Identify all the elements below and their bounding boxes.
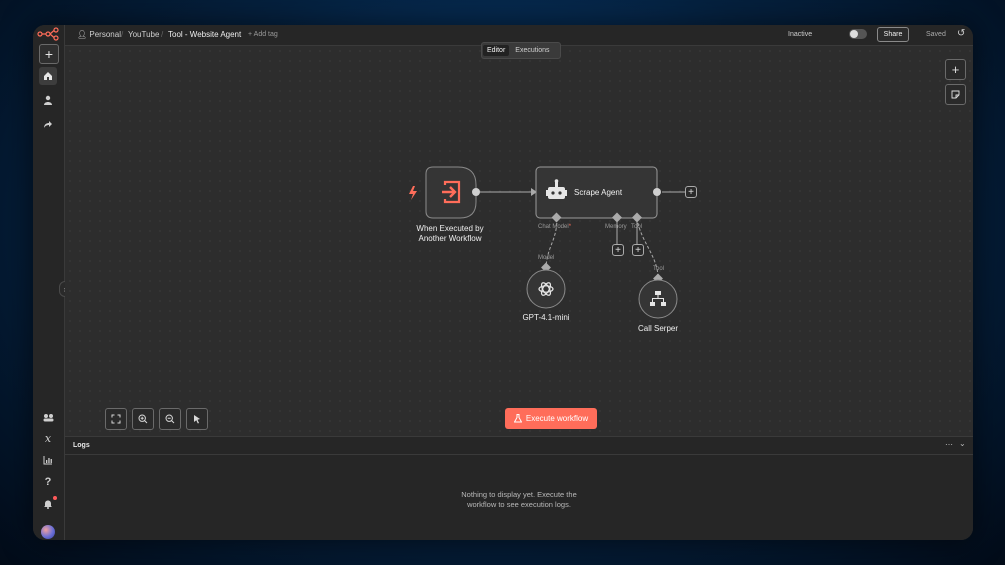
chat-model-port-label: Chat Model*	[538, 224, 572, 230]
select-cursor-button[interactable]	[186, 408, 208, 430]
avatar[interactable]	[41, 525, 55, 539]
lightning-icon	[409, 186, 417, 200]
logs-panel: Logs ⋯ ⌄ Nothing to display yet. Execute…	[65, 436, 973, 540]
tab-editor[interactable]: Editor	[483, 45, 510, 56]
templates-icon[interactable]	[39, 408, 57, 426]
user-small-icon: 👤︎	[77, 30, 88, 39]
logs-more-icon[interactable]: ⋯	[945, 440, 953, 449]
add-workflow-button[interactable]: +	[39, 44, 59, 64]
breadcrumb-separator: /	[161, 30, 164, 39]
tool-input-port-label: Tool	[653, 266, 665, 272]
status-label: Inactive	[788, 31, 813, 38]
breadcrumb-youtube[interactable]: YouTube	[128, 30, 159, 39]
workflow-canvas[interactable]: + + + + When Executed by Another Workflo…	[65, 46, 973, 436]
sidebar: + › 𝑥 ?	[33, 25, 71, 540]
trigger-node-label: When Executed by Another Workflow	[416, 224, 484, 243]
flask-icon	[513, 414, 522, 423]
toggle-knob	[850, 30, 858, 38]
agent-output-port	[653, 188, 661, 196]
variables-icon[interactable]: 𝑥	[39, 429, 57, 447]
tab-executions[interactable]: Executions	[511, 45, 553, 56]
execute-workflow-button[interactable]: Execute workflow	[505, 408, 597, 429]
model-port-label: Model	[538, 255, 555, 261]
model-node	[526, 269, 566, 309]
help-icon[interactable]: ?	[39, 473, 57, 491]
workflow-graph	[409, 166, 685, 319]
insights-chart-icon[interactable]	[39, 451, 57, 469]
add-tool-button[interactable]: +	[632, 244, 644, 256]
memory-port-label: Memory	[605, 224, 627, 230]
saved-status: Saved	[926, 31, 946, 38]
user-icon[interactable]	[39, 91, 57, 109]
active-toggle[interactable]	[849, 29, 867, 39]
zoom-out-icon	[165, 414, 175, 424]
breadcrumb-separator: /	[121, 30, 124, 39]
notification-dot	[53, 496, 57, 500]
share-button[interactable]: Share	[877, 27, 909, 42]
logs-collapse-chevron-icon[interactable]: ⌄	[959, 439, 966, 448]
n8n-window: + › 𝑥 ? 👤︎ Personal / YouTube	[33, 25, 973, 540]
model-node-label[interactable]: GPT-4.1-mini	[506, 313, 586, 323]
logs-empty-message: Nothing to display yet. Execute the work…	[461, 490, 577, 509]
notifications-bell-icon[interactable]	[39, 495, 57, 513]
zoom-in-icon	[138, 414, 148, 424]
history-icon[interactable]: ↺	[957, 28, 965, 39]
workflow-title[interactable]: Tool - Website Agent	[168, 30, 241, 39]
share-forward-icon[interactable]	[39, 115, 57, 133]
zoom-in-button[interactable]	[132, 408, 154, 430]
breadcrumb-personal[interactable]: 👤︎ Personal	[77, 30, 121, 39]
cursor-icon	[194, 415, 200, 424]
logs-title: Logs	[73, 442, 90, 449]
agent-node-label[interactable]: Scrape Agent	[574, 188, 644, 198]
add-memory-button[interactable]: +	[612, 244, 624, 256]
tool-port-label: Tool	[631, 224, 643, 230]
home-icon[interactable]	[39, 67, 57, 85]
zoom-out-button[interactable]	[159, 408, 181, 430]
tool-node-label[interactable]: Call Serper	[618, 324, 698, 334]
editor-tabs: Editor Executions	[481, 42, 561, 59]
n8n-logo-icon[interactable]	[37, 27, 60, 41]
add-tag-link[interactable]: + Add tag	[248, 31, 278, 38]
fit-view-button[interactable]	[105, 408, 127, 430]
add-next-node-button[interactable]: +	[685, 186, 697, 198]
logs-header: Logs ⋯ ⌄	[65, 437, 973, 455]
